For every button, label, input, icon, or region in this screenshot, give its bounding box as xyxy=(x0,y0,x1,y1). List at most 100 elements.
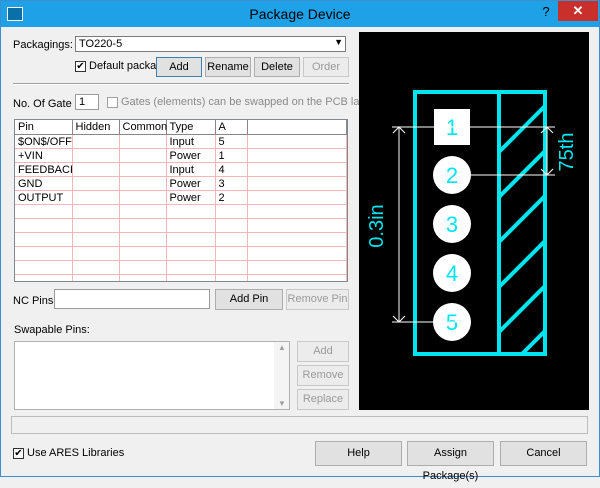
remove-pin-button[interactable]: Remove Pin xyxy=(286,289,349,310)
table-cell[interactable]: 5 xyxy=(215,134,248,149)
table-cell[interactable] xyxy=(72,246,120,261)
column-header[interactable]: Hidden xyxy=(72,120,120,135)
table-cell[interactable] xyxy=(72,162,120,177)
table-cell[interactable] xyxy=(215,260,248,275)
table-row[interactable] xyxy=(15,204,347,219)
chevron-down-icon[interactable]: ▼ xyxy=(278,399,286,408)
default-package-checkbox[interactable]: ✔ xyxy=(75,61,86,72)
table-cell[interactable] xyxy=(215,218,248,233)
table-cell[interactable] xyxy=(119,246,167,261)
swapable-pins-list[interactable]: ▲ ▼ xyxy=(14,341,290,410)
table-cell[interactable] xyxy=(15,260,73,275)
separator xyxy=(13,83,349,85)
table-cell[interactable]: 2 xyxy=(215,190,248,205)
table-row[interactable] xyxy=(15,260,347,275)
table-cell[interactable] xyxy=(166,232,216,247)
swap-replace-button[interactable]: Replace xyxy=(297,389,349,410)
chevron-up-icon[interactable]: ▲ xyxy=(278,343,286,352)
title-bar[interactable]: Package Device ? ✕ xyxy=(1,1,599,27)
table-cell[interactable]: $ON$/OFF xyxy=(15,134,73,149)
table-cell[interactable]: Input xyxy=(166,162,216,177)
table-cell[interactable] xyxy=(166,274,216,281)
table-cell[interactable] xyxy=(215,232,248,247)
gates-swap-checkbox[interactable] xyxy=(107,97,118,108)
table-cell[interactable] xyxy=(72,176,120,191)
table-cell[interactable]: FEEDBACK xyxy=(15,162,73,177)
table-cell[interactable]: 3 xyxy=(215,176,248,191)
help-title-button[interactable]: ? xyxy=(535,2,557,22)
table-cell[interactable]: 4 xyxy=(215,162,248,177)
rename-button[interactable]: Rename xyxy=(205,57,251,77)
nc-pins-input[interactable] xyxy=(54,289,210,309)
column-header[interactable]: Common xyxy=(119,120,167,135)
chevron-down-icon[interactable]: ▼ xyxy=(334,37,343,47)
close-button[interactable]: ✕ xyxy=(558,1,598,21)
table-row[interactable]: $ON$/OFF Input 5 xyxy=(15,134,347,149)
table-cell[interactable] xyxy=(166,204,216,219)
table-cell[interactable] xyxy=(72,274,120,281)
table-row[interactable]: FEEDBACK Input 4 xyxy=(15,162,347,177)
table-cell[interactable] xyxy=(119,148,167,163)
table-cell[interactable] xyxy=(119,204,167,219)
table-cell[interactable] xyxy=(119,218,167,233)
table-cell[interactable] xyxy=(15,218,73,233)
delete-button[interactable]: Delete xyxy=(254,57,300,77)
swap-add-button[interactable]: Add xyxy=(297,341,349,362)
help-button[interactable]: Help xyxy=(315,441,402,466)
add-pin-button[interactable]: Add Pin xyxy=(215,289,283,310)
table-row[interactable]: GND Power 3 xyxy=(15,176,347,191)
table-cell[interactable] xyxy=(166,246,216,261)
table-cell[interactable]: Input xyxy=(166,134,216,149)
table-cell[interactable] xyxy=(215,246,248,261)
table-cell[interactable]: Power xyxy=(166,148,216,163)
table-cell[interactable] xyxy=(119,274,167,281)
table-row[interactable] xyxy=(15,232,347,247)
table-cell[interactable] xyxy=(119,134,167,149)
table-row[interactable]: +VIN Power 1 xyxy=(15,148,347,163)
table-cell[interactable] xyxy=(72,148,120,163)
table-cell[interactable] xyxy=(15,246,73,261)
table-cell[interactable] xyxy=(119,176,167,191)
table-cell[interactable] xyxy=(119,260,167,275)
table-cell[interactable] xyxy=(166,260,216,275)
use-ares-checkbox[interactable]: ✔ xyxy=(13,448,24,459)
order-button[interactable]: Order xyxy=(303,57,349,77)
table-cell[interactable] xyxy=(72,204,120,219)
swap-remove-button[interactable]: Remove xyxy=(297,365,349,386)
table-cell[interactable] xyxy=(72,260,120,275)
table-cell[interactable]: +VIN xyxy=(15,148,73,163)
gates-input[interactable]: 1 xyxy=(75,94,99,110)
table-cell[interactable] xyxy=(72,218,120,233)
table-row[interactable] xyxy=(15,218,347,233)
table-row[interactable]: OUTPUT Power 2 xyxy=(15,190,347,205)
table-cell[interactable] xyxy=(119,162,167,177)
table-cell[interactable] xyxy=(15,232,73,247)
assign-packages-button[interactable]: Assign Package(s) xyxy=(407,441,494,482)
column-header[interactable]: Type xyxy=(166,120,216,135)
table-cell[interactable] xyxy=(72,134,120,149)
cancel-button[interactable]: Cancel xyxy=(500,441,587,466)
use-ares-label: Use ARES Libraries xyxy=(27,447,125,459)
table-cell[interactable] xyxy=(215,274,248,281)
table-cell[interactable] xyxy=(72,232,120,247)
scrollbar[interactable]: ▲ ▼ xyxy=(274,342,289,409)
table-cell[interactable] xyxy=(119,190,167,205)
table-cell[interactable] xyxy=(15,204,73,219)
column-header[interactable]: Pin xyxy=(15,120,73,135)
table-cell[interactable]: OUTPUT xyxy=(15,190,73,205)
packagings-dropdown[interactable]: TO220-5 ▼ xyxy=(75,36,346,52)
table-cell[interactable] xyxy=(72,190,120,205)
table-row[interactable] xyxy=(15,274,347,281)
table-row[interactable] xyxy=(15,246,347,261)
table-cell[interactable]: GND xyxy=(15,176,73,191)
table-cell[interactable]: 1 xyxy=(215,148,248,163)
table-cell[interactable]: Power xyxy=(166,176,216,191)
table-cell[interactable] xyxy=(166,218,216,233)
table-cell[interactable] xyxy=(215,204,248,219)
add-package-button[interactable]: Add xyxy=(156,57,202,77)
table-cell[interactable] xyxy=(15,274,73,281)
table-cell[interactable] xyxy=(119,232,167,247)
column-header[interactable]: A xyxy=(215,120,248,135)
pin-table[interactable]: Pin Hidden Common Type A $ON$/OFF Input 5 +VIN P… xyxy=(14,119,348,282)
table-cell[interactable]: Power xyxy=(166,190,216,205)
